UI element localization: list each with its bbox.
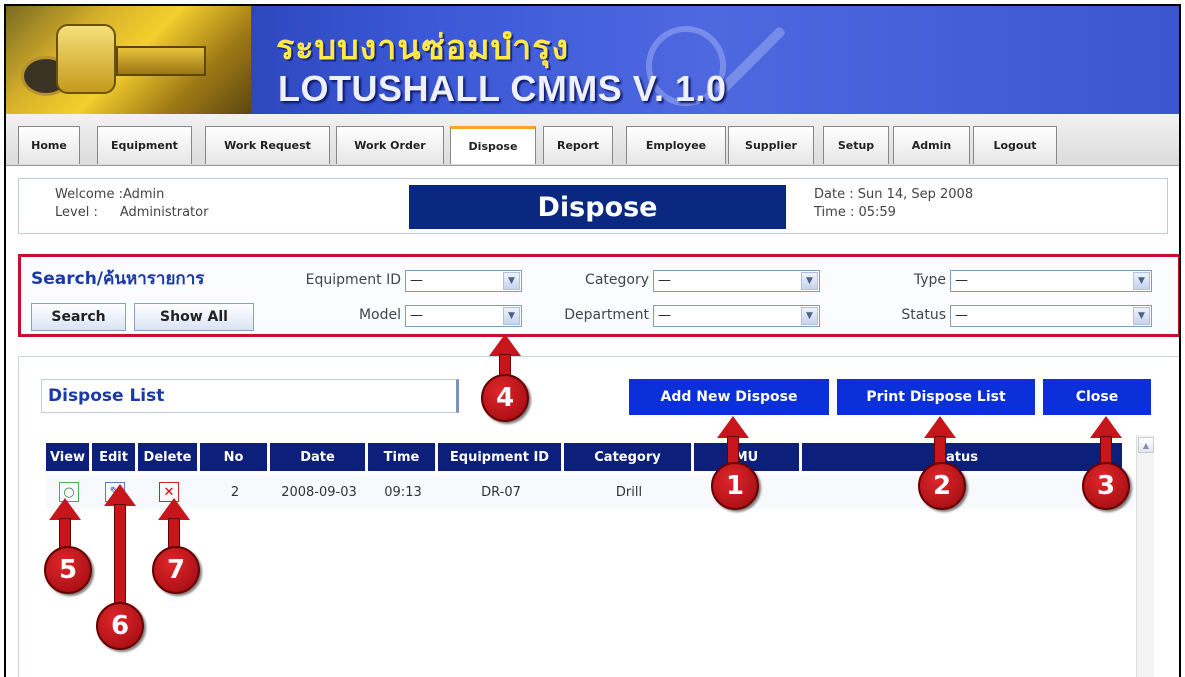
- level-row: Level : Administrator: [55, 205, 208, 220]
- tab-dispose[interactable]: Dispose: [450, 126, 536, 164]
- show-all-button[interactable]: Show All: [134, 303, 254, 331]
- search-panel: Search/ค้นหารายการ Search Show All Equip…: [18, 254, 1179, 337]
- row-equipment-id: DR-07: [481, 484, 521, 500]
- column-header-view: View: [46, 443, 92, 471]
- tab-employee[interactable]: Employee: [626, 126, 726, 164]
- column-header-equipment-id: Equipment ID: [438, 443, 564, 471]
- status-select[interactable]: — ▼: [950, 305, 1152, 327]
- chevron-down-icon: ▼: [1133, 307, 1150, 325]
- department-select[interactable]: — ▼: [653, 305, 820, 327]
- type-label: Type: [913, 272, 946, 288]
- department-label: Department: [564, 307, 649, 323]
- status-label: Status: [901, 307, 946, 323]
- chevron-down-icon: ▼: [801, 307, 818, 325]
- dispose-list-title: Dispose List: [41, 379, 459, 413]
- dispose-list-panel: Dispose List Add New Dispose Print Dispo…: [18, 356, 1179, 677]
- column-header-category: Category: [564, 443, 694, 471]
- table-row: ○ ✎ ✕ 2 2008-09-03 09:13 DR-07 Drill: [46, 475, 1134, 509]
- print-dispose-list-button[interactable]: Print Dispose List: [837, 379, 1035, 415]
- category-select[interactable]: — ▼: [653, 270, 820, 292]
- column-header-edit: Edit: [92, 443, 138, 471]
- level-value: Administrator: [119, 205, 209, 220]
- welcome-bar: Welcome :Admin Level : Administrator Disp…: [18, 178, 1168, 234]
- tab-admin[interactable]: Admin: [893, 126, 970, 164]
- tab-home[interactable]: Home: [18, 126, 80, 164]
- main-nav: Home Equipment Work Request Work Order D…: [6, 114, 1179, 166]
- chevron-down-icon: ▼: [801, 272, 818, 290]
- tab-work-request[interactable]: Work Request: [205, 126, 330, 164]
- scroll-up-icon[interactable]: ▲: [1138, 437, 1154, 453]
- level-label: Level :: [55, 205, 98, 220]
- tab-supplier[interactable]: Supplier: [728, 126, 814, 164]
- machinery-image: [6, 6, 251, 114]
- tab-setup[interactable]: Setup: [823, 126, 889, 164]
- tab-work-order[interactable]: Work Order: [336, 126, 444, 164]
- model-label: Model: [358, 307, 401, 323]
- equipment-id-label: Equipment ID: [305, 272, 401, 288]
- column-header-date: Date: [270, 443, 368, 471]
- column-header-delete: Delete: [138, 443, 200, 471]
- row-time: 09:13: [384, 484, 422, 500]
- tab-equipment[interactable]: Equipment: [97, 126, 192, 164]
- tab-report[interactable]: Report: [543, 126, 613, 164]
- header-banner: ระบบงานซ่อมบำรุง LOTUSHALL CMMS V. 1.0: [6, 6, 1179, 114]
- app-window: ระบบงานซ่อมบำรุง LOTUSHALL CMMS V. 1.0 H…: [4, 4, 1181, 677]
- add-new-dispose-button[interactable]: Add New Dispose: [629, 379, 829, 415]
- equipment-id-select[interactable]: — ▼: [405, 270, 522, 292]
- column-header-time: Time: [368, 443, 438, 471]
- type-select[interactable]: — ▼: [950, 270, 1152, 292]
- chevron-down-icon: ▼: [503, 272, 520, 290]
- category-label: Category: [585, 272, 649, 288]
- column-header-status: atus: [802, 443, 1122, 471]
- date-text: Date : Sun 14, Sep 2008: [814, 187, 974, 202]
- search-title: Search/ค้นหารายการ: [31, 269, 205, 289]
- welcome-text: Welcome :Admin: [55, 187, 165, 202]
- column-header-no: No: [200, 443, 270, 471]
- page-title: Dispose: [409, 185, 786, 229]
- tab-logout[interactable]: Logout: [973, 126, 1057, 164]
- time-text: Time : 05:59: [814, 205, 896, 220]
- search-button[interactable]: Search: [31, 303, 126, 331]
- list-scrollbar[interactable]: ▲: [1136, 435, 1154, 677]
- row-no: 2: [230, 484, 240, 500]
- row-date: 2008-09-03: [281, 484, 357, 500]
- banner-title-english: LOTUSHALL CMMS V. 1.0: [278, 68, 727, 109]
- model-select[interactable]: — ▼: [405, 305, 522, 327]
- chevron-down-icon: ▼: [1133, 272, 1150, 290]
- table-header: View Edit Delete No Date Time Equipment …: [46, 443, 1122, 471]
- chevron-down-icon: ▼: [503, 307, 520, 325]
- row-category: Drill: [615, 484, 643, 500]
- close-button[interactable]: Close: [1043, 379, 1151, 415]
- banner-title-thai: ระบบงานซ่อมบำรุง: [276, 28, 570, 68]
